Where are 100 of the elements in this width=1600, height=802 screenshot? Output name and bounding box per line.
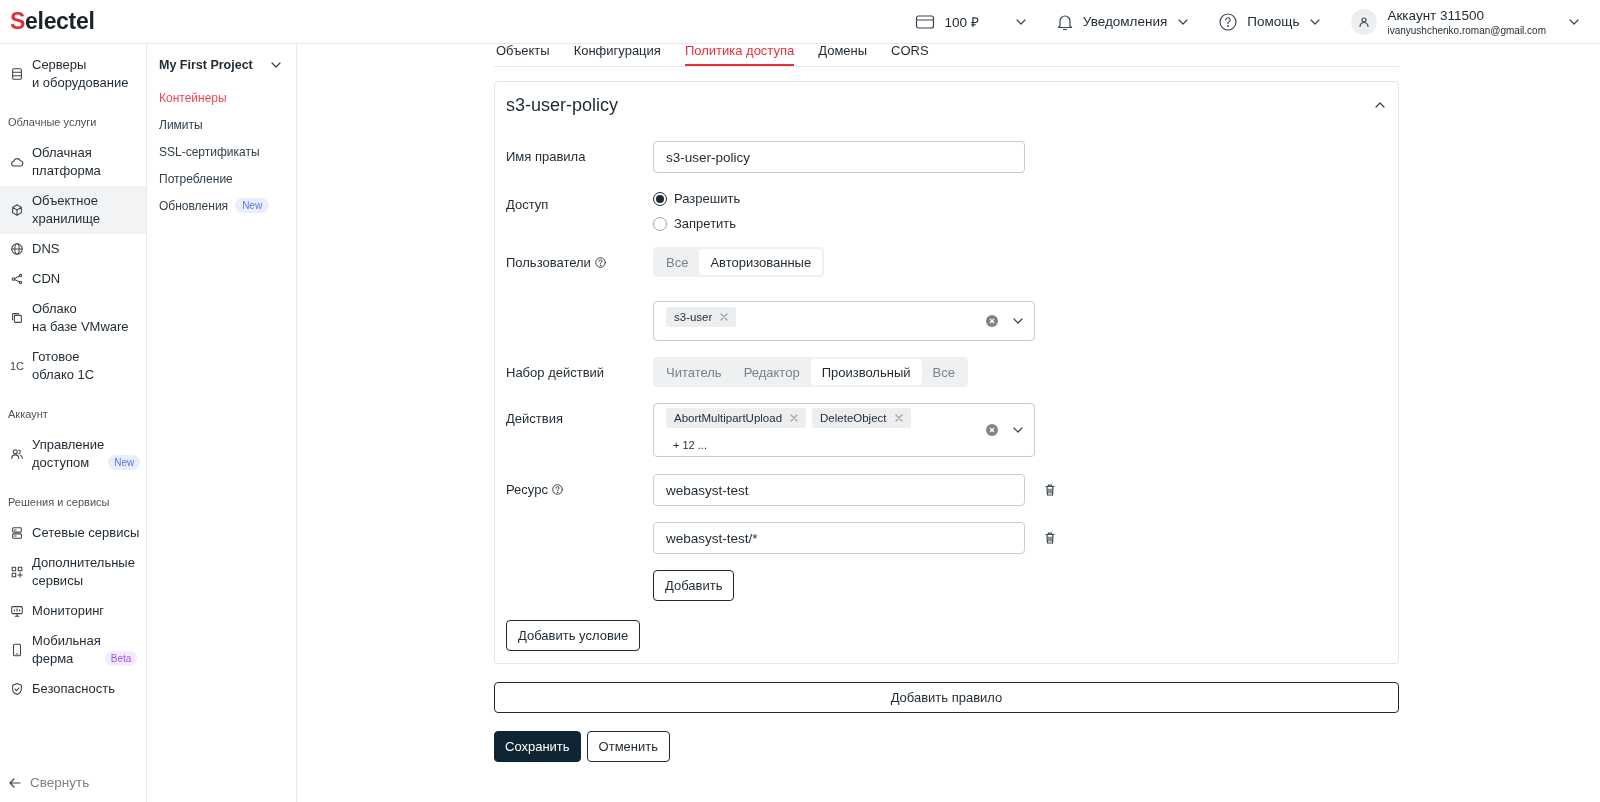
tag-chip[interactable]: DeleteObject	[812, 408, 911, 428]
multi-select-field[interactable]: AbortMultipartUpload DeleteObject + 12 ...	[653, 403, 1035, 457]
add-button[interactable]: Добавить	[653, 570, 735, 601]
icon-label: 1С	[10, 359, 24, 374]
tab[interactable]: Объекты	[496, 43, 550, 66]
nav-item[interactable]: Дополнительные сервисы	[0, 548, 146, 596]
remove-icon	[720, 313, 729, 321]
project-menu-item[interactable]: SSL-сертификаты	[159, 144, 260, 159]
shield-icon	[10, 681, 24, 697]
remove-icon	[790, 414, 799, 422]
users-icon	[10, 446, 24, 462]
nav-item[interactable]: DNS	[0, 234, 146, 264]
radio-label[interactable]: Запретить	[674, 216, 737, 231]
clear-icon[interactable]	[986, 424, 998, 436]
trash-icon	[1045, 484, 1055, 496]
nav-label: Готовое облако 1С	[32, 348, 95, 384]
bell-icon	[1056, 12, 1073, 31]
nav-item[interactable]: Управление доступом New	[0, 430, 146, 478]
project-menu-item[interactable]: Потребление	[159, 171, 233, 186]
nodes-icon	[10, 271, 24, 287]
nav-item[interactable]: Облако на базе VMware	[0, 294, 146, 342]
nav-item[interactable]: Сетевые сервисы	[0, 518, 146, 548]
phone-icon	[10, 642, 24, 658]
badge: New	[235, 198, 270, 213]
project-menu-item[interactable]: Лимиты	[159, 117, 203, 132]
nav-item[interactable]: Мобильная ферма Beta	[0, 626, 146, 674]
save-button[interactable]: Сохранить	[494, 731, 581, 762]
copy-icon	[10, 310, 24, 326]
nav-label: Управление доступом	[32, 436, 105, 472]
nav-label: Дополнительные сервисы	[32, 554, 135, 590]
remove-icon	[894, 414, 903, 422]
notifications-menu[interactable]: Уведомления	[1082, 14, 1168, 29]
tab[interactable]: CORS	[891, 43, 929, 66]
nav-label: Сетевые сервисы	[32, 524, 140, 542]
badge: New	[108, 455, 141, 470]
user-icon	[1359, 16, 1370, 27]
text-field[interactable]: webasyst-test/*	[653, 522, 1025, 554]
project-menu-item[interactable]: Обновления	[159, 198, 229, 213]
nav-item[interactable]: Мониторинг	[0, 596, 146, 626]
nav-label: Мониторинг	[32, 602, 105, 620]
section-heading: Аккаунт	[7, 407, 49, 422]
card-title: s3-user-policy	[506, 94, 619, 116]
field-label: Действия	[506, 410, 563, 426]
logo[interactable]: Selectel	[10, 8, 95, 35]
avatar[interactable]	[1351, 8, 1378, 35]
tag-chip[interactable]: AbortMultipartUpload	[666, 408, 807, 428]
nav-label: Объектное хранилище	[32, 192, 101, 228]
account-name[interactable]: Аккаунт 311500	[1387, 7, 1546, 23]
collapse-link[interactable]: Свернуть	[30, 775, 90, 790]
account-email: ivanyushchenko.roman@gmail.com	[1387, 24, 1546, 36]
segment-option[interactable]: Произвольный	[810, 359, 922, 385]
tab[interactable]: Политика доступа	[684, 43, 795, 66]
help-icon	[594, 256, 606, 268]
clear-icon[interactable]	[986, 315, 998, 327]
tab[interactable]: Домены	[818, 43, 868, 66]
nav-item[interactable]: Серверы и оборудование	[0, 50, 146, 98]
tab[interactable]: Конфигурация	[573, 43, 661, 66]
nav-item[interactable]: Объектное хранилище	[0, 186, 146, 234]
help-icon	[1219, 12, 1238, 31]
nav-label: Облачная платформа	[32, 144, 101, 180]
nav-label: DNS	[32, 240, 60, 258]
server-rack-icon	[10, 525, 24, 541]
field-label: Пользователи	[506, 254, 591, 270]
field-label: Ресурс	[506, 481, 548, 497]
nav-label: Облако на базе VMware	[32, 300, 129, 336]
field-label: Набор действий	[506, 364, 605, 380]
card-icon	[914, 13, 935, 30]
project-title[interactable]: My First Project	[159, 58, 253, 72]
server-icon	[10, 66, 24, 82]
radio-label[interactable]: Разрешить	[674, 191, 741, 206]
nav-label: Безопасность	[32, 680, 115, 698]
more-count: + 12 ...	[672, 438, 708, 451]
nav-item[interactable]: Безопасность	[0, 674, 146, 704]
project-menu-item[interactable]: Контейнеры	[159, 90, 227, 105]
monitor-icon	[10, 603, 24, 619]
text-field[interactable]: webasyst-test	[653, 474, 1025, 506]
balance[interactable]: 100 ₽	[944, 12, 979, 31]
segment-option[interactable]: Редактор	[732, 359, 811, 385]
help-menu[interactable]: Помощь	[1247, 14, 1300, 29]
field-label: Имя правила	[506, 148, 586, 164]
nav-item[interactable]: Облачная платформа	[0, 138, 146, 186]
field-label: Доступ	[506, 196, 549, 212]
badge: Beta	[104, 651, 138, 666]
trash-icon	[1045, 532, 1055, 544]
segment-option[interactable]: Авторизованные	[699, 249, 823, 275]
globe-icon	[10, 241, 24, 257]
section-heading: Решения и сервисы	[7, 495, 111, 510]
multi-select-field[interactable]: s3-user	[653, 301, 1035, 341]
segment-option[interactable]: Читатель	[655, 359, 733, 385]
tag-chip[interactable]: s3-user	[666, 307, 737, 327]
section-heading: Облачные услуги	[7, 115, 98, 130]
add-condition-button[interactable]: Добавить условие	[506, 620, 641, 651]
cancel-button[interactable]: Отменить	[586, 731, 670, 762]
add-rule-button[interactable]: Добавить правило	[494, 682, 1399, 713]
nav-label: Серверы и оборудование	[32, 56, 129, 92]
nav-label: Мобильная ферма	[32, 632, 101, 668]
text-field[interactable]: s3-user-policy	[653, 141, 1025, 173]
nav-label: CDN	[32, 270, 61, 288]
nav-item[interactable]: CDN	[0, 264, 146, 294]
segment-option[interactable]: Все	[655, 249, 700, 275]
